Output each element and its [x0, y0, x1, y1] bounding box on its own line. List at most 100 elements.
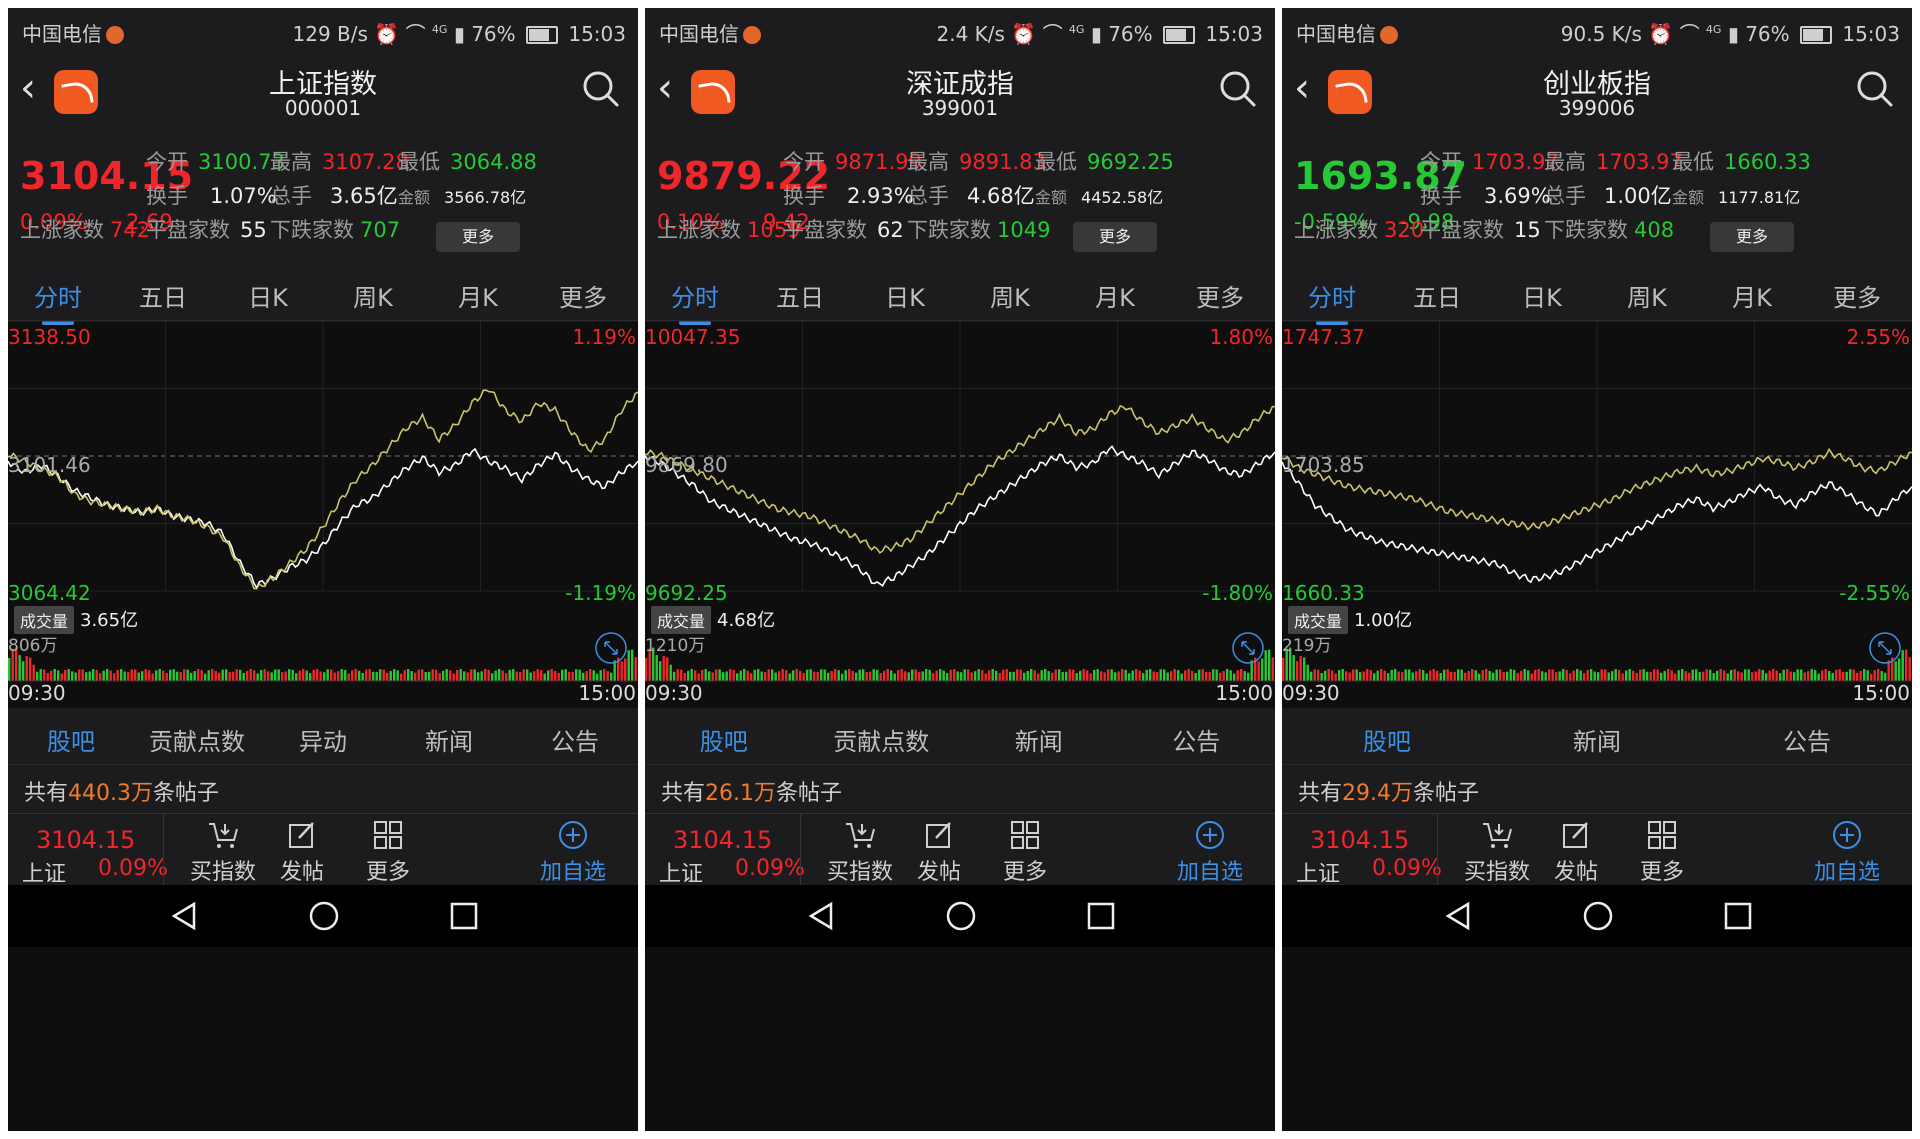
time-end: 15:00 — [578, 681, 636, 705]
volume-max-label: 219万 — [1282, 636, 1332, 656]
volume-bar — [1481, 670, 1484, 681]
chart-tab-5[interactable]: 更多 — [1807, 278, 1907, 313]
volume-bar — [1149, 669, 1152, 681]
nav-recent-icon[interactable] — [1085, 900, 1117, 932]
volume-bar — [1408, 669, 1411, 681]
low-stat: 最低 1660.33 — [1672, 150, 1811, 174]
community-tab-0[interactable]: 股吧 — [1282, 722, 1492, 769]
volume-bar — [1072, 669, 1075, 681]
community-tab-2[interactable]: 异动 — [260, 722, 386, 757]
community-tab-2[interactable]: 新闻 — [960, 722, 1118, 757]
volume-bar — [197, 669, 200, 681]
chart-tab-2[interactable]: 日K — [855, 278, 955, 313]
community-tab-0[interactable]: 股吧 — [645, 722, 803, 769]
chart-tab-2[interactable]: 日K — [218, 278, 318, 313]
nav-home-icon[interactable] — [1582, 900, 1614, 932]
chart-tab-0[interactable]: 分时 — [1282, 278, 1382, 325]
more-button[interactable]: 更多 — [436, 222, 520, 252]
volume-bar — [410, 671, 413, 681]
volume-bar — [739, 670, 742, 681]
volume-bar — [1880, 671, 1883, 681]
chart-tab-0[interactable]: 分时 — [645, 278, 745, 325]
add-watchlist-button[interactable]: 加自选 — [1155, 820, 1265, 886]
more-button[interactable]: 更多 — [1710, 222, 1794, 252]
post-button[interactable]: 发帖 — [899, 820, 979, 886]
add-watchlist-button[interactable]: 加自选 — [1792, 820, 1902, 886]
volume-bar — [1037, 673, 1040, 681]
chart-tab-3[interactable]: 周K — [1597, 278, 1697, 313]
nav-recent-icon[interactable] — [1722, 900, 1754, 932]
volume-bar — [526, 669, 529, 681]
battery-pct: 76% — [1108, 22, 1153, 46]
carrier-label: 中国电信 — [659, 18, 761, 47]
post-button[interactable]: 发帖 — [1536, 820, 1616, 886]
chart-tab-2[interactable]: 日K — [1492, 278, 1592, 313]
search-icon[interactable] — [1217, 68, 1257, 108]
open-stat: 今开 1703.97 — [1420, 150, 1559, 174]
community-tab-1[interactable]: 新闻 — [1492, 722, 1702, 757]
chart-tab-4[interactable]: 月K — [1702, 278, 1802, 313]
flat-count-stat: 平盘家数 62 — [783, 218, 904, 242]
post-button[interactable]: 发帖 — [262, 820, 342, 886]
volume-bar — [872, 669, 875, 681]
volume-bar — [1513, 669, 1516, 681]
nav-home-icon[interactable] — [308, 900, 340, 932]
volume-bar — [711, 672, 714, 681]
community-tab-0[interactable]: 股吧 — [8, 722, 134, 769]
search-icon[interactable] — [1854, 68, 1894, 108]
expand-icon[interactable] — [1231, 631, 1265, 665]
more-menu-button[interactable]: 更多 — [1622, 820, 1702, 886]
expand-icon[interactable] — [1868, 631, 1902, 665]
chart-tab-5[interactable]: 更多 — [1170, 278, 1270, 313]
volume-bar — [1653, 669, 1656, 681]
nav-recent-icon[interactable] — [448, 900, 480, 932]
more-button[interactable]: 更多 — [1073, 222, 1157, 252]
volume-bar — [1033, 670, 1036, 681]
volume-bar — [1457, 669, 1460, 681]
chart-tab-1[interactable]: 五日 — [113, 278, 213, 313]
chart-tab-3[interactable]: 周K — [960, 278, 1060, 313]
nav-back-icon[interactable] — [805, 900, 837, 932]
down-count-stat: 下跌家数 408 — [1544, 218, 1675, 242]
volume-badge: 成交量 — [1288, 606, 1349, 634]
chart-tab-3[interactable]: 周K — [323, 278, 423, 313]
nav-back-icon[interactable] — [1442, 900, 1474, 932]
volume-bar — [1425, 673, 1428, 681]
volume-bar — [774, 672, 777, 681]
community-tab-2[interactable]: 公告 — [1702, 722, 1912, 757]
add-watchlist-button[interactable]: 加自选 — [518, 820, 628, 886]
volume-bar — [67, 669, 70, 681]
volume-bar — [25, 655, 28, 681]
chart-tab-0[interactable]: 分时 — [8, 278, 108, 325]
volume-bar — [939, 669, 942, 681]
chart-tab-1[interactable]: 五日 — [750, 278, 850, 313]
wifi-icon: ⌒ — [405, 22, 426, 46]
chart-tab-4[interactable]: 月K — [1065, 278, 1165, 313]
ticker-price[interactable]: 3104.15 — [36, 826, 135, 854]
volume-bar — [1152, 671, 1155, 681]
community-tab-4[interactable]: 公告 — [512, 722, 638, 757]
volume-bar — [1397, 671, 1400, 681]
volume-bar — [1005, 669, 1008, 681]
nav-back-icon[interactable] — [168, 900, 200, 932]
nav-home-icon[interactable] — [945, 900, 977, 932]
community-tab-1[interactable]: 贡献点数 — [803, 722, 961, 757]
volume-bar — [1632, 670, 1635, 681]
community-tab-1[interactable]: 贡献点数 — [134, 722, 260, 757]
volume-bar — [1523, 669, 1526, 681]
volume-bar — [886, 669, 889, 681]
volume-bar — [900, 669, 903, 681]
ticker-price[interactable]: 3104.15 — [673, 826, 772, 854]
community-tab-3[interactable]: 新闻 — [386, 722, 512, 757]
more-menu-button[interactable]: 更多 — [985, 820, 1065, 886]
chart-tab-4[interactable]: 月K — [428, 278, 528, 313]
ticker-pct: 0.09% — [98, 856, 168, 881]
expand-icon[interactable] — [594, 631, 628, 665]
chart-tab-5[interactable]: 更多 — [533, 278, 633, 313]
community-tab-3[interactable]: 公告 — [1118, 722, 1276, 757]
ticker-price[interactable]: 3104.15 — [1310, 826, 1409, 854]
chart-tab-1[interactable]: 五日 — [1387, 278, 1487, 313]
more-menu-button[interactable]: 更多 — [348, 820, 428, 886]
search-icon[interactable] — [580, 68, 620, 108]
cart-icon — [1483, 823, 1512, 848]
